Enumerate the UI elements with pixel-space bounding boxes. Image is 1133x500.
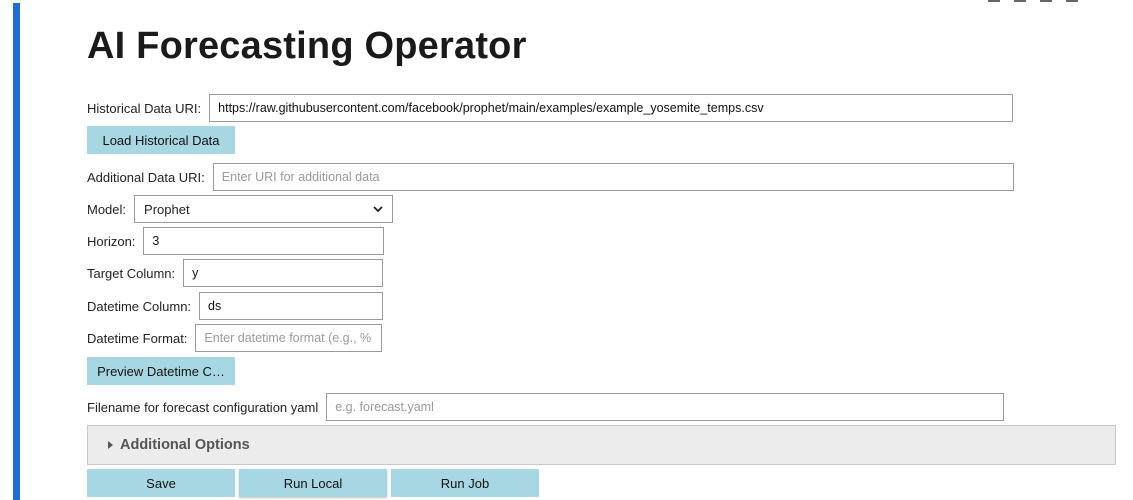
target-column-label: Target Column: [87,265,176,281]
filename-row: Filename for forecast configuration yaml [87,393,1005,421]
model-select[interactable]: Prophet [134,195,394,223]
horizon-row: Horizon: 3 [87,227,385,255]
run-local-button[interactable]: Run Local [239,469,387,497]
datetime-column-row: Datetime Column: ds [87,292,384,320]
historical-data-label: Historical Data URI: [87,100,202,116]
preview-datetime-button[interactable]: Preview Datetime C… [87,357,235,385]
toolbar-icon-2[interactable] [1014,0,1026,2]
toolbar-icon-1[interactable] [988,0,1000,2]
target-column-row: Target Column: y [87,259,384,287]
horizon-input[interactable]: 3 [143,227,385,255]
toolbar-icon-3[interactable] [1040,0,1052,2]
model-row: Model: Prophet [87,195,394,223]
additional-options-accordion[interactable]: Additional Options [87,425,1116,465]
datetime-format-label: Datetime Format: [87,330,188,346]
filename-input[interactable] [326,393,1005,421]
model-label: Model: [87,201,127,217]
additional-data-label: Additional Data URI: [87,169,205,185]
historical-data-input[interactable]: https://raw.githubusercontent.com/facebo… [209,94,1014,122]
run-job-button[interactable]: Run Job [391,469,539,497]
horizon-label: Horizon: [87,233,136,249]
datetime-format-input[interactable] [195,324,383,352]
additional-data-input[interactable] [212,163,1014,191]
target-column-input[interactable]: y [183,259,384,287]
page-title: AI Forecasting Operator [87,25,527,67]
toolbar-icon-4[interactable] [1066,0,1078,2]
save-button[interactable]: Save [87,469,235,497]
toolbar-icons [988,0,1078,4]
additional-data-row: Additional Data URI: [87,163,1014,191]
additional-options-label: Additional Options [120,437,250,453]
load-historical-data-button[interactable]: Load Historical Data [87,126,235,154]
left-accent-bar [13,3,20,500]
datetime-column-input[interactable]: ds [199,292,384,320]
model-select-value: Prophet [144,201,190,217]
datetime-format-row: Datetime Format: [87,324,383,352]
chevron-down-icon [373,206,383,213]
datetime-column-label: Datetime Column: [87,298,192,314]
caret-right-icon [108,441,113,449]
filename-label: Filename for forecast configuration yaml [87,399,319,415]
historical-data-row: Historical Data URI: https://raw.githubu… [87,94,1014,122]
